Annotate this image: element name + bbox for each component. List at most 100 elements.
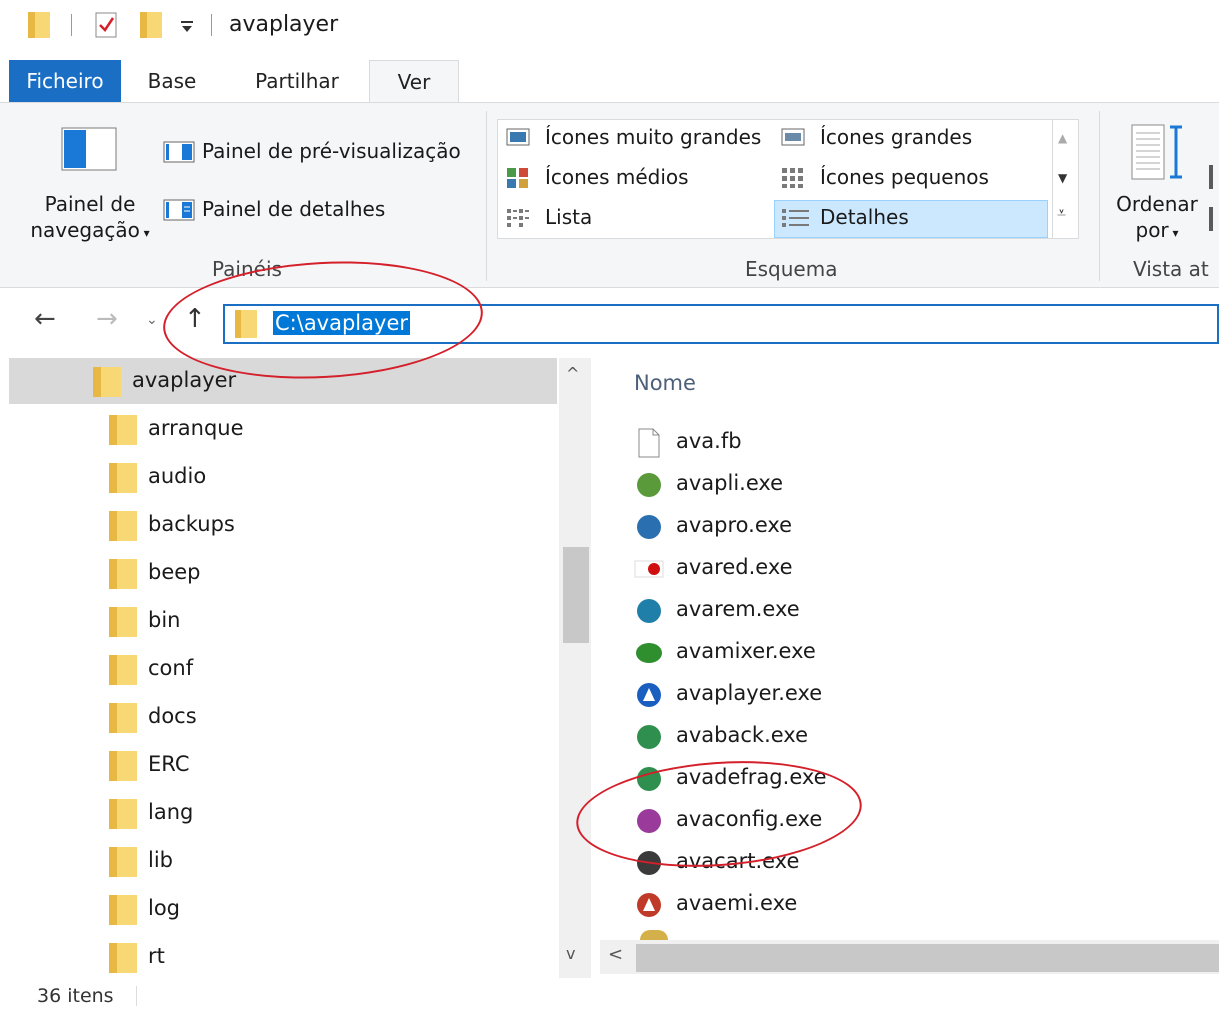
group-by-partial[interactable] — [1209, 165, 1213, 189]
tree-item-label: log — [148, 896, 181, 920]
document-file-icon — [638, 428, 660, 458]
avamixer-app-icon — [636, 643, 662, 663]
folder-icon — [109, 703, 137, 733]
tree-scrollbar[interactable] — [559, 358, 591, 978]
tree-item[interactable]: docs — [9, 694, 557, 740]
navigation-tree: avaplayer arranque audio backups beep bi… — [0, 358, 593, 978]
gallery-scroll-up-icon[interactable]: ▲ — [1058, 131, 1067, 145]
scroll-down-icon[interactable]: v — [566, 944, 575, 963]
tree-item-label: avaplayer — [132, 368, 237, 392]
folder-icon — [109, 559, 137, 589]
tree-item-label: audio — [148, 464, 207, 488]
status-separator — [136, 986, 137, 1006]
folder-icon — [109, 799, 137, 829]
folder-icon — [109, 607, 137, 637]
tab-partilhar[interactable]: Partilhar — [235, 60, 359, 104]
tree-item-label: backups — [148, 512, 235, 536]
gallery-scroll-down-icon[interactable]: ▼ — [1058, 171, 1067, 185]
folder-icon — [109, 751, 137, 781]
separator — [211, 14, 212, 36]
tree-item[interactable]: lib — [9, 838, 557, 884]
horizontal-scrollbar-thumb[interactable] — [636, 944, 1219, 972]
navigation-pane-button[interactable]: Painel de navegação ▾ — [20, 191, 160, 246]
navigation-pane-label-1: Painel de — [44, 192, 136, 216]
customize-quick-access-icon[interactable] — [180, 20, 194, 34]
status-bar — [0, 980, 1219, 1009]
tree-item-label: rt — [148, 944, 165, 968]
tree-item[interactable]: log — [9, 886, 557, 932]
file-name: ava.fb — [676, 429, 742, 453]
tree-item-label: lang — [148, 800, 194, 824]
tree-item[interactable]: bin — [9, 598, 557, 644]
forward-arrow-icon[interactable]: → — [96, 304, 118, 334]
avaplayer-app-icon — [637, 683, 661, 707]
file-name: avarem.exe — [676, 597, 800, 621]
tree-item[interactable]: conf — [9, 646, 557, 692]
dropdown-arrow-icon: ▾ — [139, 226, 150, 240]
current-view-group-label: Vista at — [1133, 257, 1209, 281]
layout-option-details[interactable]: Detalhes — [820, 205, 909, 229]
sort-by-label-2: por — [1135, 218, 1169, 242]
app-icon-disc — [637, 725, 661, 749]
avarem-app-icon — [637, 599, 661, 623]
new-folder-icon[interactable] — [140, 12, 162, 38]
app-icon-disc — [637, 473, 661, 497]
tree-item[interactable]: arranque — [9, 406, 557, 452]
avapro-app-icon — [637, 515, 661, 539]
tree-item-label: bin — [148, 608, 181, 632]
layout-option-list[interactable]: Lista — [545, 205, 592, 229]
navigation-pane-icon — [61, 127, 117, 171]
properties-icon[interactable] — [95, 12, 117, 38]
navigation-pane-label-2: navegação — [30, 218, 140, 242]
group-separator — [1099, 111, 1100, 281]
folder-icon — [109, 511, 137, 541]
tree-item[interactable]: audio — [9, 454, 557, 500]
layout-option-medium[interactable]: Ícones médios — [545, 165, 689, 189]
sort-by-button[interactable]: Ordenar por ▾ — [1108, 191, 1206, 246]
add-columns-partial[interactable] — [1209, 207, 1213, 231]
scroll-up-icon[interactable]: ^ — [566, 364, 579, 383]
column-header-name[interactable]: Nome — [634, 371, 696, 395]
app-icon-disc — [637, 599, 661, 623]
tree-item-label: ERC — [148, 752, 190, 776]
tree-item-label: arranque — [148, 416, 244, 440]
file-name: avaplayer.exe — [676, 681, 823, 705]
gallery-expand-icon[interactable]: ⩡ — [1057, 205, 1066, 221]
folder-icon — [109, 463, 137, 493]
item-count: 36 itens — [37, 985, 114, 1007]
sort-by-label-1: Ordenar — [1116, 192, 1198, 216]
layout-option-small[interactable]: Ícones pequenos — [820, 165, 989, 189]
layout-option-large[interactable]: Ícones grandes — [820, 125, 972, 149]
partial-file-icon — [640, 930, 668, 940]
avaback-app-icon — [637, 725, 661, 749]
title-bar: avaplayer — [0, 0, 1219, 52]
tree-item[interactable]: ERC — [9, 742, 557, 788]
avapli-app-icon — [637, 473, 661, 497]
avared-app-icon — [634, 560, 664, 578]
tab-base[interactable]: Base — [129, 60, 215, 104]
scroll-left-icon[interactable]: < — [608, 944, 623, 965]
layout-option-extra-large[interactable]: Ícones muito grandes — [545, 125, 761, 149]
tree-item[interactable]: rt — [9, 934, 557, 980]
tree-scrollbar-thumb[interactable] — [563, 547, 589, 643]
separator — [71, 14, 72, 36]
tree-item[interactable]: lang — [9, 790, 557, 836]
folder-icon — [93, 367, 121, 397]
tab-ficheiro[interactable]: Ficheiro — [9, 60, 121, 104]
file-name: avamixer.exe — [676, 639, 816, 663]
details-pane-icon — [163, 199, 195, 221]
back-arrow-icon[interactable]: ← — [34, 304, 56, 334]
details-pane-button[interactable]: Painel de detalhes — [202, 197, 385, 221]
file-name: avaback.exe — [676, 723, 808, 747]
folder-icon — [28, 12, 50, 38]
folder-icon — [109, 943, 137, 973]
preview-pane-button[interactable]: Painel de pré-visualização — [202, 139, 461, 163]
tree-item[interactable]: backups — [9, 502, 557, 548]
recent-locations-chevron-icon[interactable]: ⌄ — [146, 312, 158, 328]
tree-item[interactable]: beep — [9, 550, 557, 596]
layout-group-label: Esquema — [745, 257, 838, 281]
medium-icons-icon — [507, 168, 528, 188]
small-icons-icon — [782, 168, 803, 188]
folder-icon — [109, 847, 137, 877]
selected-layout-highlight — [774, 200, 1048, 238]
